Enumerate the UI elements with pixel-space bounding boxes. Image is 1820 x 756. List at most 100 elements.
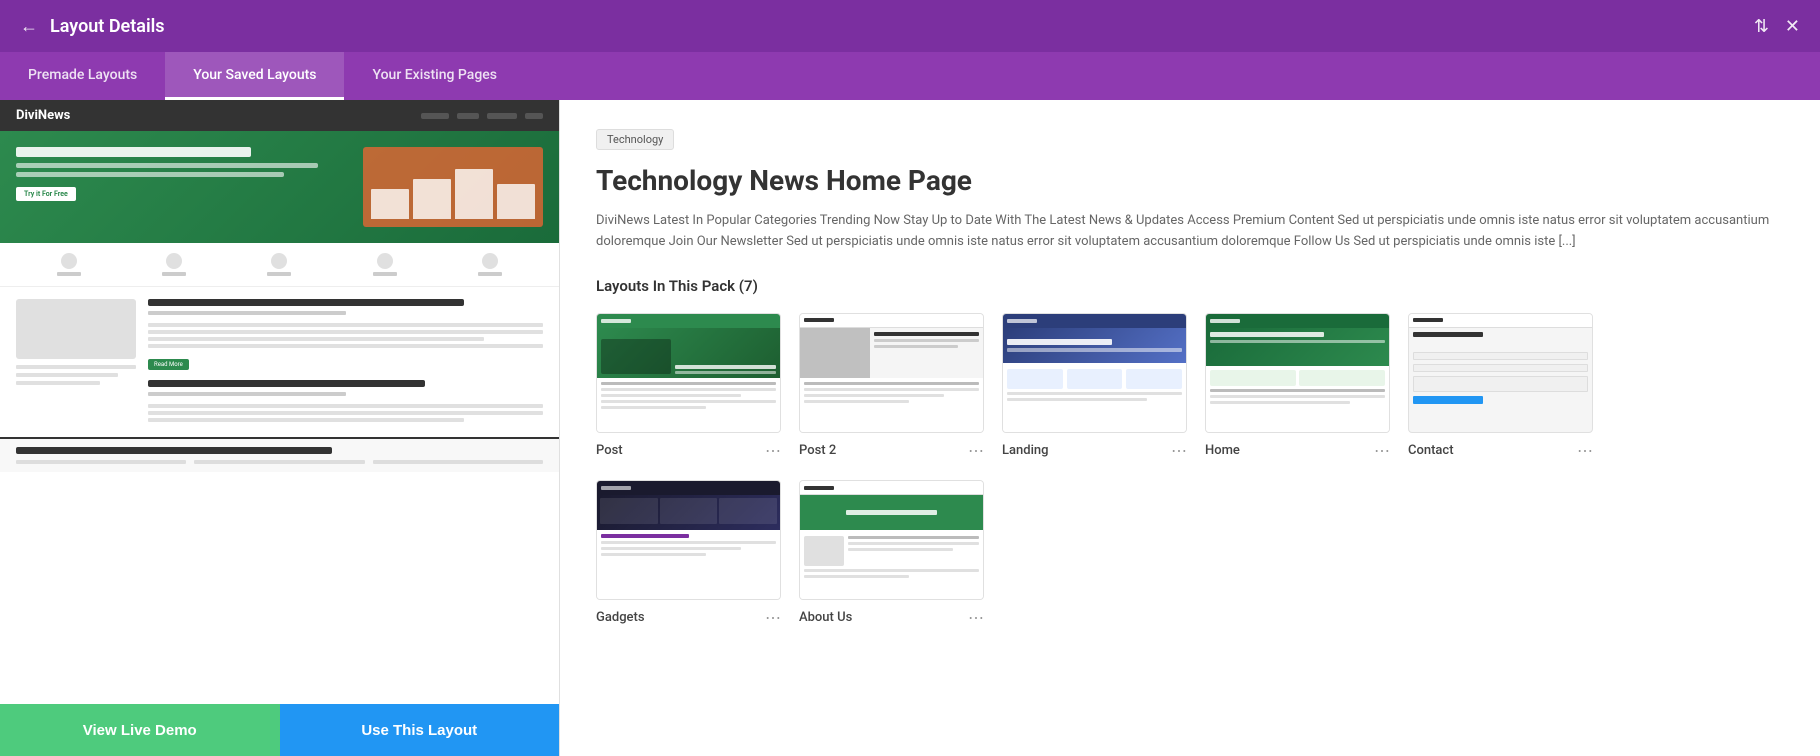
thumb-line [1007,348,1182,352]
thumb-body-home [1206,366,1389,432]
thumb-logo [601,486,631,490]
thumb-line [874,339,979,342]
thumb-textarea [1413,376,1588,392]
layout-thumb-post2[interactable]: Post 2 ⋯ [799,313,984,460]
thumb-card [1126,369,1182,389]
mock-content-area: Read More [0,287,559,437]
thumb-header-landing [1003,314,1186,328]
thumb-menu-contact[interactable]: ⋯ [1577,441,1593,460]
mock-article-line [148,330,543,334]
mock-icon-label [478,272,502,276]
thumb-line [1210,389,1385,392]
use-layout-button[interactable]: Use This Layout [280,704,560,756]
tab-existing[interactable]: Your Existing Pages [344,52,524,100]
mock-article-meta [148,311,346,315]
thumb-contact-top [1409,328,1592,348]
modal-body: DiviNews [0,100,1820,756]
thumb-gadget-card [600,498,658,524]
thumb-body-gadgets [597,530,780,599]
thumb-menu-post[interactable]: ⋯ [765,441,781,460]
thumb-header-about [800,481,983,495]
mock-hero-line [16,163,318,168]
mock-hero-btn: Try it For Free [16,187,76,201]
thumb-img-contact [1408,313,1593,433]
thumb-line [601,382,776,385]
thumb-line [601,541,776,544]
thumb-card [1007,369,1063,389]
tab-saved[interactable]: Your Saved Layouts [165,52,344,100]
thumb-line-purple [601,534,689,538]
layout-thumb-post[interactable]: Post ⋯ [596,313,781,460]
thumb-header-post2 [800,314,983,328]
mock-article-line [148,323,543,327]
thumb-menu-about[interactable]: ⋯ [968,608,984,627]
close-icon[interactable]: ✕ [1785,16,1800,37]
thumb-line [804,388,979,391]
swap-icon[interactable]: ⇅ [1754,16,1769,37]
thumb-landing-hero [1003,328,1186,363]
live-demo-button[interactable]: View Live Demo [0,704,280,756]
thumb-form-field [1413,364,1588,372]
mock-hero: Try it For Free [0,131,559,243]
thumb-menu-landing[interactable]: ⋯ [1171,441,1187,460]
thumb-logo [804,486,834,490]
layout-thumb-home[interactable]: Home ⋯ [1205,313,1390,460]
thumb-line [675,365,776,369]
thumb-footer-post: Post ⋯ [596,441,781,460]
thumb-mock-about [800,481,983,599]
layout-thumb-landing[interactable]: Landing ⋯ [1002,313,1187,460]
mock-article-line [148,337,484,341]
thumb-line [874,345,958,348]
mock-icon-circle [271,253,287,269]
thumb-gadgets-hero [597,495,780,530]
thumb-line [848,542,979,545]
thumb-line [1007,339,1112,345]
thumb-gadget-card [660,498,718,524]
layout-thumb-contact[interactable]: Contact ⋯ [1408,313,1593,460]
header-icons: ⇅ ✕ [1754,16,1800,37]
mock-nav-item [487,113,517,119]
mock-icon-circle [377,253,393,269]
back-icon[interactable]: ← [20,16,38,37]
layout-thumb-about[interactable]: About Us ⋯ [799,480,984,627]
thumb-line [601,547,741,550]
mock-icon-label [373,272,397,276]
tab-premade[interactable]: Premade Layouts [0,52,165,100]
mock-nav [421,113,543,119]
thumb-contact-form [1409,348,1592,408]
thumb-logo [804,318,834,322]
thumb-name-home: Home [1205,443,1240,458]
thumb-line [804,394,944,397]
thumb-line [1210,332,1324,337]
thumb-line [601,553,706,556]
mock-hero-line [16,172,284,177]
thumb-logo [1210,319,1240,323]
thumb-card [1210,370,1296,386]
thumb-img-gadgets [596,480,781,600]
thumb-menu-gadgets[interactable]: ⋯ [765,608,781,627]
header-left: ← Layout Details [20,16,165,37]
preview-actions: View Live Demo Use This Layout [0,704,559,756]
thumb-line [804,400,909,403]
thumb-logo [1413,318,1443,322]
thumb-menu-post2[interactable]: ⋯ [968,441,984,460]
thumb-line [874,332,979,336]
mock-article-line [148,411,543,415]
thumb-img-block [800,328,870,378]
category-badge: Technology [596,129,674,150]
layout-thumb-gadgets[interactable]: Gadgets ⋯ [596,480,781,627]
mock-icon-item [478,253,502,276]
modal-header: ← Layout Details ⇅ ✕ [0,0,1820,52]
mock-icon-item [57,253,81,276]
thumb-menu-home[interactable]: ⋯ [1374,441,1390,460]
thumb-line [804,569,979,572]
mock-nav-item [421,113,449,119]
mock-footer-line [194,460,364,464]
mock-article-line [148,344,543,348]
thumb-line [848,536,979,539]
thumb-line [601,406,706,409]
mock-sidebar-img [16,299,136,359]
preview-panel: DiviNews [0,100,560,756]
thumb-about-hero [800,495,983,530]
pack-description: DiviNews Latest In Popular Categories Tr… [596,211,1784,253]
